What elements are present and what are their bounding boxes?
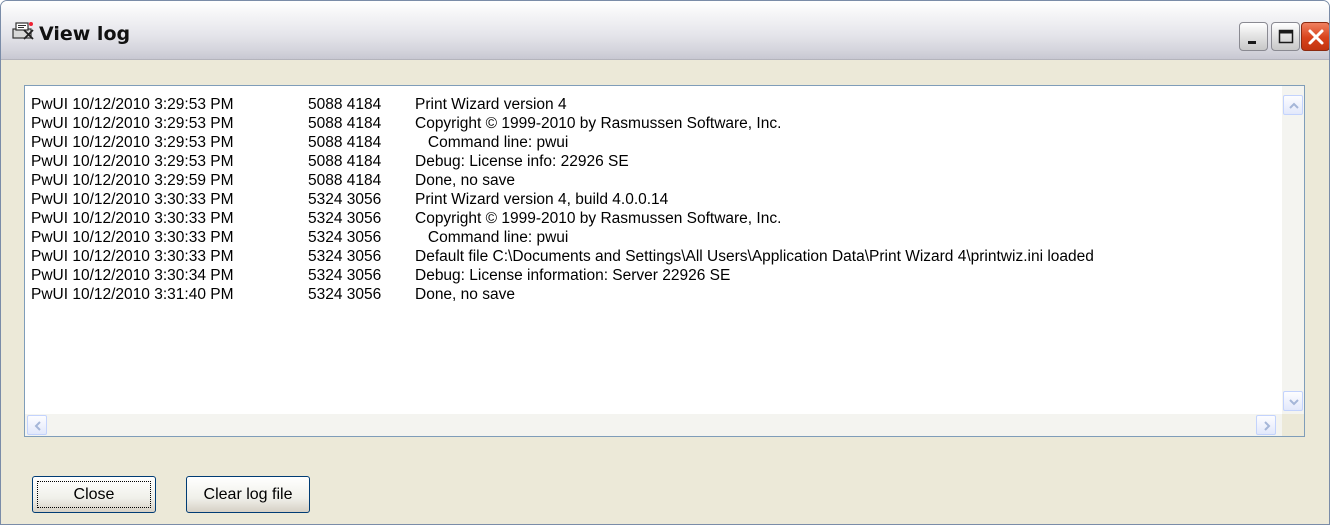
chevron-up-icon xyxy=(1289,102,1299,109)
log-lines: PwUI 10/12/2010 3:29:53 PM 5088 4184 Print… xyxy=(31,95,1094,304)
clear-log-file-button[interactable]: Clear log file xyxy=(186,476,310,513)
minimize-icon xyxy=(1248,41,1256,44)
log-line-message: Copyright © 1999-2010 by Rasmussen Softw… xyxy=(415,115,782,132)
vertical-scrollbar[interactable] xyxy=(1281,86,1304,414)
close-button[interactable]: Close xyxy=(32,476,156,513)
log-line-source: PwUI 10/12/2010 3:29:53 PM xyxy=(31,134,234,151)
log-line-message: Print Wizard version 4, build 4.0.0.14 xyxy=(415,191,669,208)
log-line-message: Copyright © 1999-2010 by Rasmussen Softw… xyxy=(415,210,782,227)
log-line: PwUI 10/12/2010 3:30:33 PM 5324 3056 Copyr… xyxy=(31,209,1094,228)
log-line-source: PwUI 10/12/2010 3:30:33 PM xyxy=(31,210,234,227)
log-line-source: PwUI 10/12/2010 3:29:53 PM xyxy=(31,115,234,132)
maximize-button[interactable] xyxy=(1271,22,1300,51)
log-line: PwUI 10/12/2010 3:29:53 PM 5088 4184 Print… xyxy=(31,95,1094,114)
log-line-ids: 5088 4184 xyxy=(308,134,382,151)
log-line-source: PwUI 10/12/2010 3:29:59 PM xyxy=(31,172,234,189)
log-line: PwUI 10/12/2010 3:29:53 PM 5088 4184 Copyr… xyxy=(31,114,1094,133)
log-line: PwUI 10/12/2010 3:31:40 PM 5324 3056 Done,… xyxy=(31,285,1094,304)
log-text-area[interactable]: PwUI 10/12/2010 3:29:53 PM 5088 4184 Print… xyxy=(24,85,1305,437)
log-line-source: PwUI 10/12/2010 3:29:53 PM xyxy=(31,153,234,170)
clear-log-file-button-label: Clear log file xyxy=(203,485,293,503)
log-line-ids: 5324 3056 xyxy=(308,210,382,227)
log-line: PwUI 10/12/2010 3:30:33 PM 5324 3056 Print… xyxy=(31,190,1094,209)
log-line-ids: 5088 4184 xyxy=(308,96,382,113)
chevron-right-icon xyxy=(1264,421,1271,431)
log-line: PwUI 10/12/2010 3:30:33 PM 5324 3056 Comm… xyxy=(31,228,1094,247)
log-line-message: Done, no save xyxy=(415,286,515,303)
close-icon xyxy=(1308,29,1324,45)
printer-wizard-icon xyxy=(11,19,35,43)
log-line-message: Command line: pwui xyxy=(415,134,569,151)
chevron-left-icon xyxy=(34,421,41,431)
log-line-ids: 5324 3056 xyxy=(308,191,382,208)
log-line-ids: 5324 3056 xyxy=(308,248,382,265)
maximize-icon xyxy=(1278,29,1294,44)
log-line-message: Default file C:\Documents and Settings\A… xyxy=(415,248,1094,265)
log-line: PwUI 10/12/2010 3:30:33 PM 5324 3056 Defau… xyxy=(31,247,1094,266)
scrollbar-corner xyxy=(1282,414,1304,436)
log-line-ids: 5088 4184 xyxy=(308,115,382,132)
scroll-left-button[interactable] xyxy=(27,415,47,435)
minimize-button[interactable] xyxy=(1239,22,1268,51)
log-line-ids: 5324 3056 xyxy=(308,286,382,303)
log-line-ids: 5088 4184 xyxy=(308,172,382,189)
log-line-source: PwUI 10/12/2010 3:29:53 PM xyxy=(31,96,234,113)
scroll-right-button[interactable] xyxy=(1256,415,1276,435)
window-title: View log xyxy=(39,23,131,45)
log-line: PwUI 10/12/2010 3:30:34 PM 5324 3056 Debug… xyxy=(31,266,1094,285)
log-line-message: Debug: License info: 22926 SE xyxy=(415,153,629,170)
scroll-up-button[interactable] xyxy=(1283,95,1303,115)
log-line-message: Command line: pwui xyxy=(415,229,569,246)
chevron-down-icon xyxy=(1289,399,1299,406)
log-line-source: PwUI 10/12/2010 3:30:33 PM xyxy=(31,229,234,246)
log-line-message: Debug: License information: Server 22926… xyxy=(415,267,731,284)
log-line-source: PwUI 10/12/2010 3:30:34 PM xyxy=(31,267,234,284)
log-line-ids: 5324 3056 xyxy=(308,229,382,246)
focus-ring xyxy=(37,481,151,508)
log-line-ids: 5088 4184 xyxy=(308,153,382,170)
log-line-source: PwUI 10/12/2010 3:30:33 PM xyxy=(31,191,234,208)
log-line: PwUI 10/12/2010 3:29:59 PM 5088 4184 Done,… xyxy=(31,171,1094,190)
view-log-window: View log PwUI 10/12/2010 3:29:53 PM 5088 … xyxy=(0,0,1330,525)
scroll-down-button[interactable] xyxy=(1283,391,1303,411)
log-line-message: Done, no save xyxy=(415,172,515,189)
log-line: PwUI 10/12/2010 3:29:53 PM 5088 4184 Debug… xyxy=(31,152,1094,171)
title-bar[interactable]: View log xyxy=(1,1,1329,60)
log-line-source: PwUI 10/12/2010 3:30:33 PM xyxy=(31,248,234,265)
log-line-source: PwUI 10/12/2010 3:31:40 PM xyxy=(31,286,234,303)
log-line: PwUI 10/12/2010 3:29:53 PM 5088 4184 Comm… xyxy=(31,133,1094,152)
close-window-button[interactable] xyxy=(1301,22,1329,51)
horizontal-scrollbar[interactable] xyxy=(25,413,1282,436)
log-line-ids: 5324 3056 xyxy=(308,267,382,284)
log-line-message: Print Wizard version 4 xyxy=(415,96,567,113)
